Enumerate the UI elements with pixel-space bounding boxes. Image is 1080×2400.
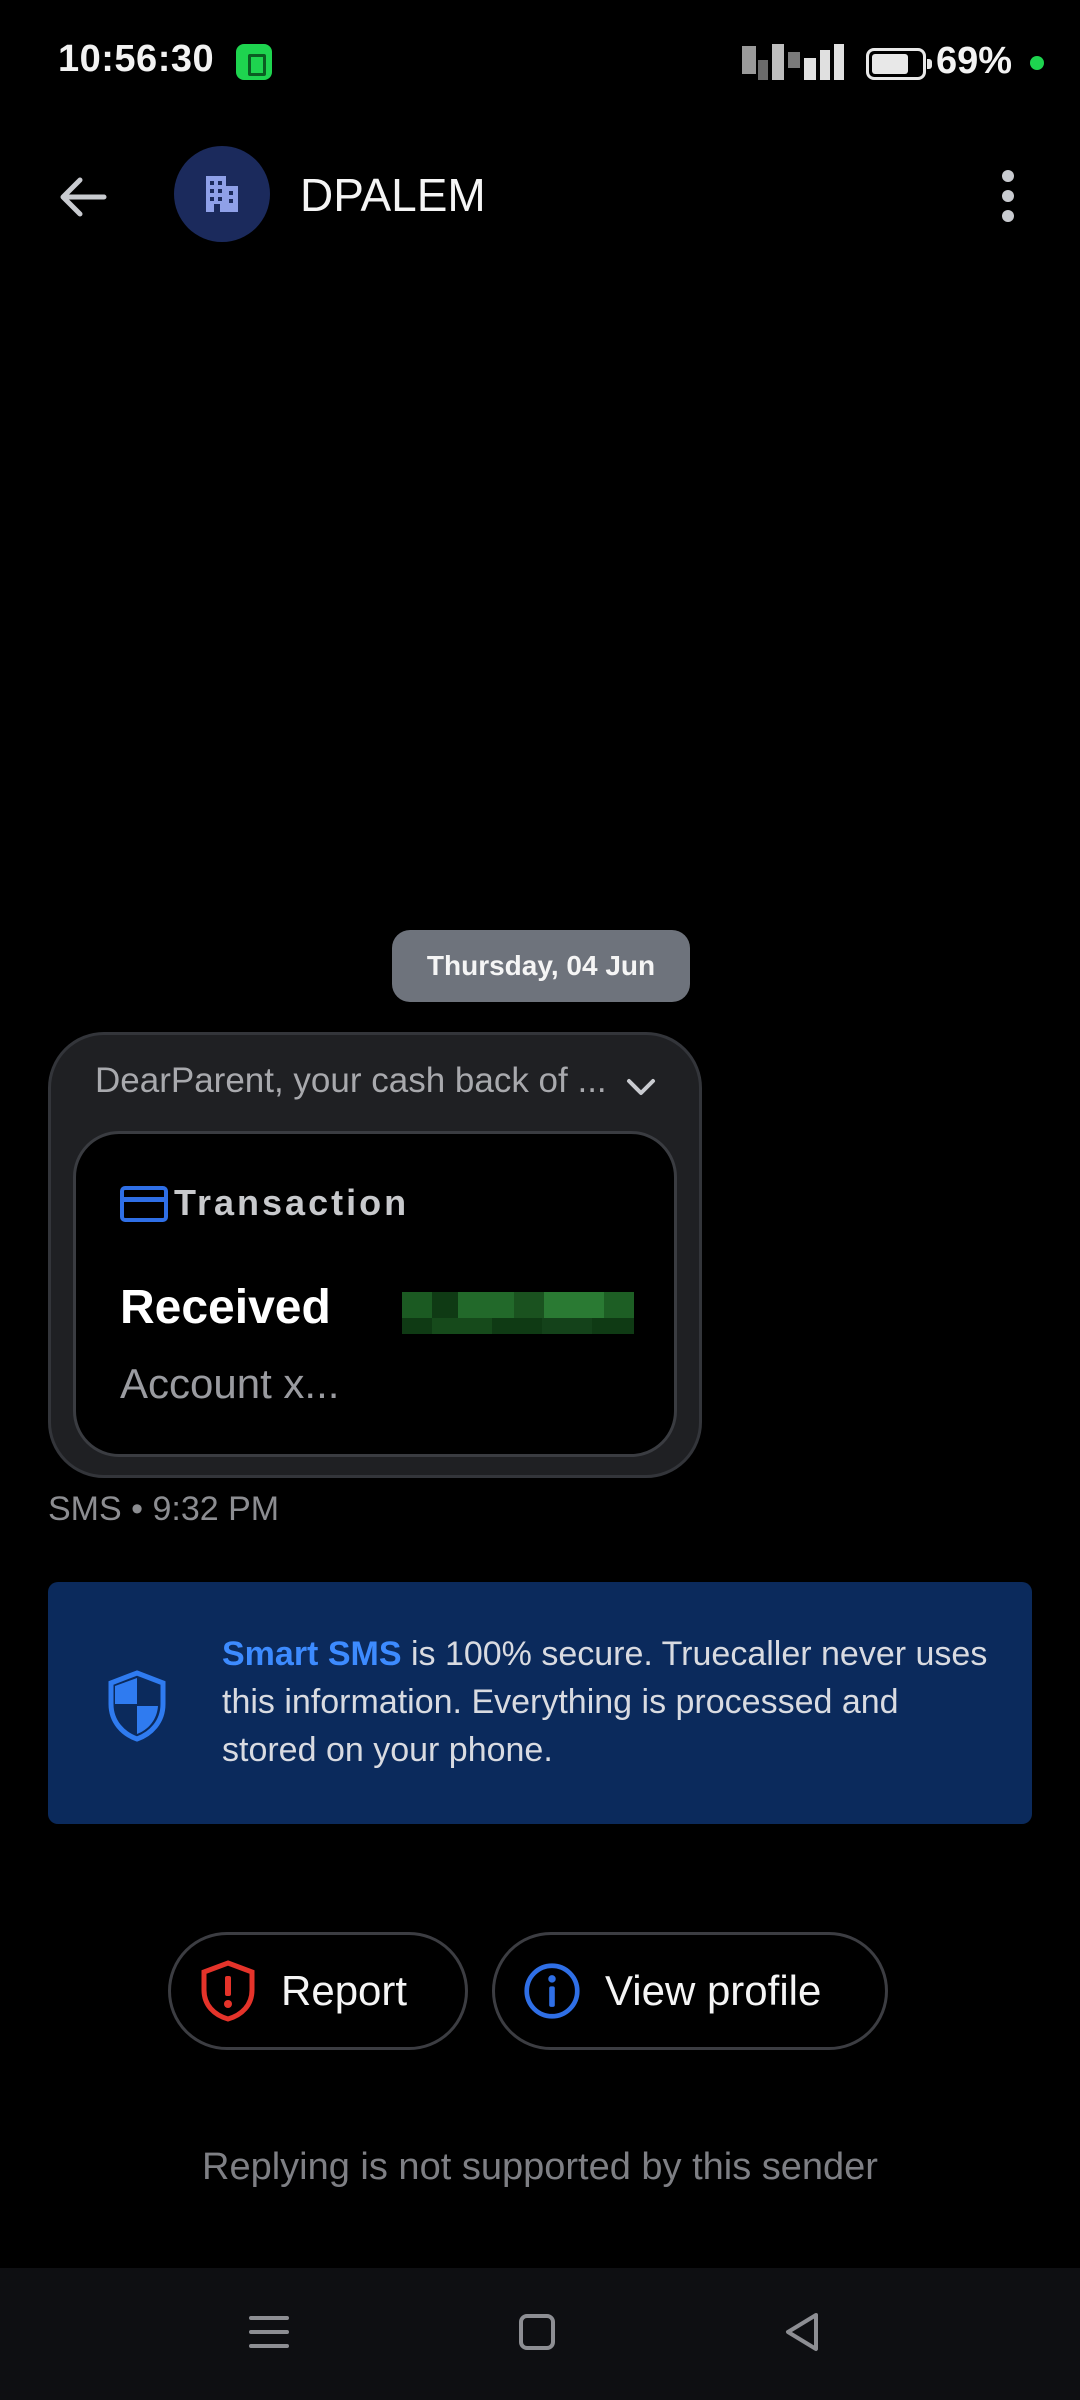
avatar[interactable] [174, 146, 270, 242]
signal-icon [742, 44, 850, 80]
shield-icon [108, 1670, 166, 1742]
banner-text: Smart SMS is 100% secure. Truecaller nev… [222, 1630, 998, 1774]
redacted-amount [402, 1292, 634, 1334]
message-bubble[interactable]: DearParent, your cash back of ... Transa… [48, 1032, 702, 1478]
transaction-status: Received [120, 1281, 331, 1334]
transaction-card[interactable]: Transaction Received Account x... [73, 1131, 677, 1457]
message-preview: DearParent, your cash back of ... [95, 1061, 607, 1100]
report-label: Report [281, 1967, 408, 2014]
credit-card-icon [120, 1186, 168, 1222]
shield-alert-icon [201, 1960, 255, 2022]
card-title: Transaction [174, 1182, 410, 1223]
screen: 10:56:30 69% DPALEM Thursday, 04 Jun Dea… [0, 0, 1080, 2400]
view-profile-label: View profile [605, 1967, 822, 2014]
home-square-icon[interactable] [518, 2312, 556, 2352]
privacy-dot-icon [1030, 56, 1044, 70]
message-meta: SMS • 9:32 PM [48, 1490, 280, 1528]
back-triangle-icon[interactable] [782, 2310, 822, 2354]
conversation-header: DPALEM [0, 140, 1080, 250]
status-bar: 10:56:30 69% [0, 0, 1080, 120]
info-circle-icon [524, 1963, 580, 2019]
reply-not-supported-note: Replying is not supported by this sender [202, 2146, 878, 2188]
view-profile-button[interactable]: View profile [492, 1932, 888, 2050]
building-icon [206, 176, 238, 212]
chevron-down-icon[interactable] [623, 1069, 659, 1105]
notification-app-icon [236, 44, 272, 80]
menu-icon[interactable] [248, 2312, 290, 2352]
status-time: 10:56:30 [58, 38, 215, 80]
sender-name[interactable]: DPALEM [300, 168, 486, 222]
system-nav-bar [0, 2268, 1080, 2400]
battery-percent: 69% [936, 40, 1013, 82]
banner-highlight[interactable]: Smart SMS [222, 1635, 402, 1673]
report-button[interactable]: Report [168, 1932, 468, 2050]
arrow-left-icon[interactable] [48, 162, 118, 232]
date-chip: Thursday, 04 Jun [392, 930, 690, 1002]
more-vertical-icon[interactable] [984, 166, 1032, 226]
battery-icon [866, 48, 932, 80]
smart-sms-banner: Smart SMS is 100% secure. Truecaller nev… [48, 1582, 1032, 1824]
account-text: Account x... [120, 1360, 340, 1407]
